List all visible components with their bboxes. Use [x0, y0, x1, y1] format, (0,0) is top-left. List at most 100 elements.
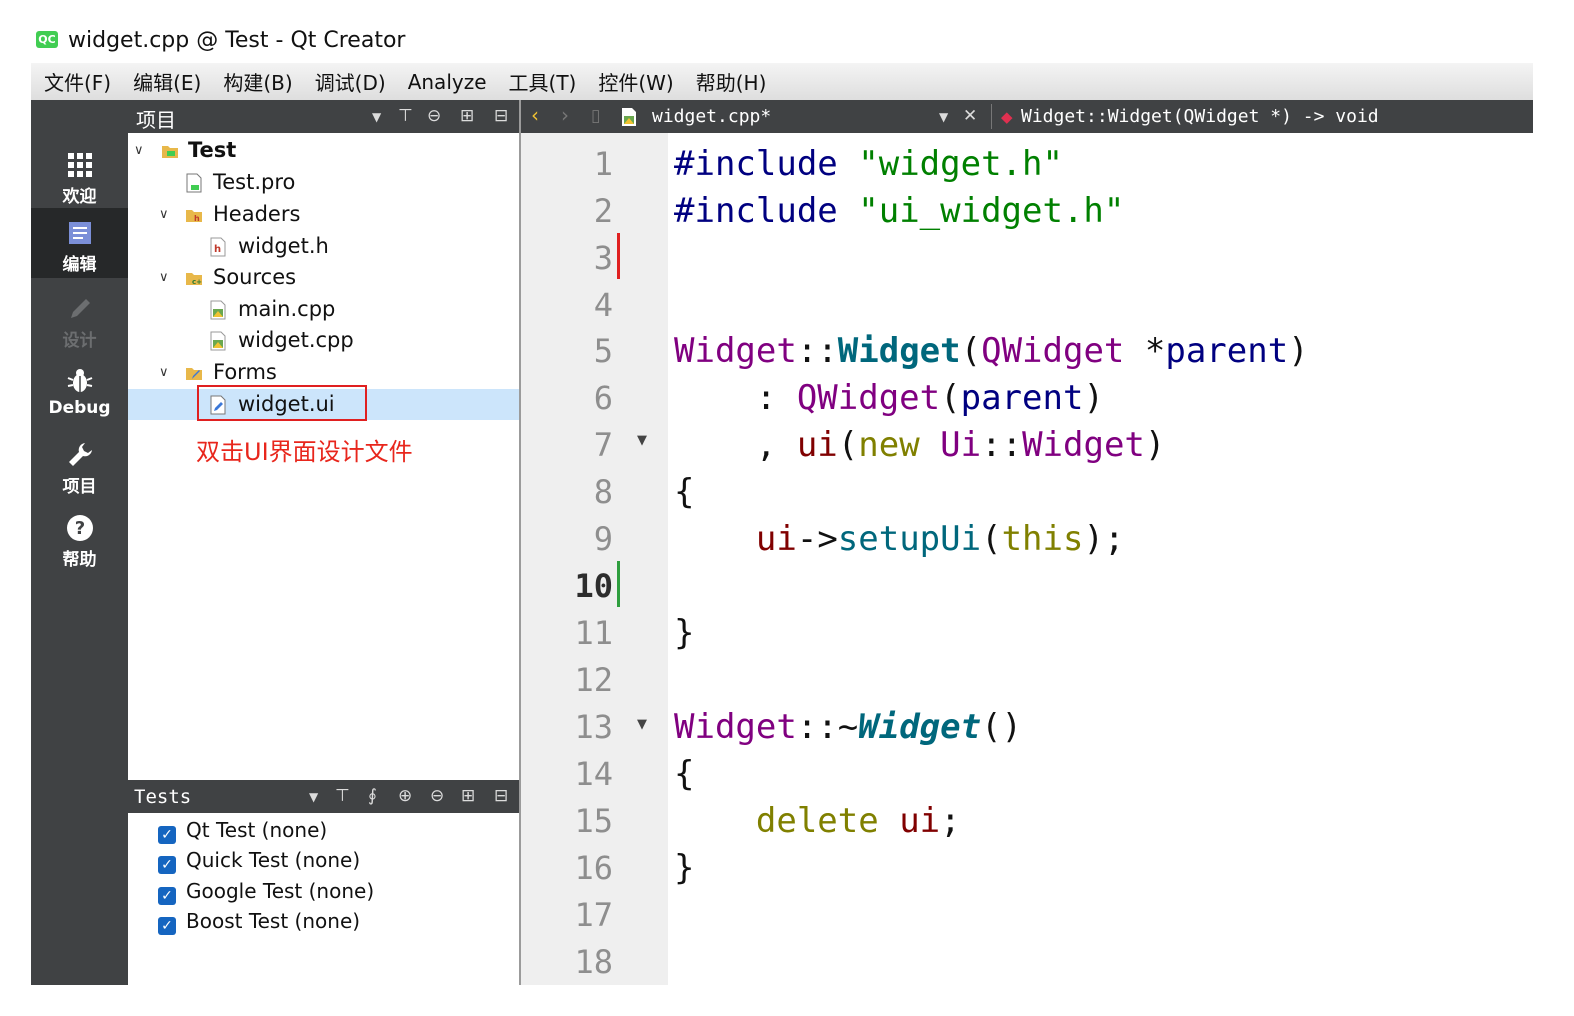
checkbox-checked-icon[interactable]: ✓ [158, 856, 176, 874]
menu-build[interactable]: 构建(B) [212, 67, 303, 96]
chevron-down-icon[interactable]: ∨ [159, 199, 169, 230]
menu-debug[interactable]: 调试(D) [304, 67, 397, 96]
tree-item-label: widget.cpp [238, 328, 354, 352]
checkbox-checked-icon[interactable]: ✓ [158, 887, 176, 905]
close-file-icon[interactable]: ✕ [963, 106, 977, 126]
tests-pane-title[interactable]: Tests [134, 786, 191, 808]
mode-welcome-label: 欢迎 [62, 187, 97, 207]
pro-file-icon [186, 173, 202, 193]
close-pane-icon[interactable]: ⊟ [494, 786, 508, 806]
view-dropdown-icon[interactable]: ▼ [372, 110, 381, 124]
tree-item-widget-cpp[interactable]: widget.cpp [128, 325, 519, 356]
saved-change-marker [617, 561, 620, 607]
checkbox-checked-icon[interactable]: ✓ [158, 826, 176, 844]
mode-debug[interactable]: Debug [31, 356, 128, 426]
menu-help[interactable]: 帮助(H) [685, 67, 778, 96]
function-symbol-icon: ◆ [1001, 108, 1013, 126]
svg-text:c+: c+ [192, 278, 202, 286]
code-line-6: : QWidget(parent) [674, 378, 1104, 418]
line-number-gutter: 1 2 3 4 5 6 7 8 9 10 11 12 13 14 15 16 1… [521, 133, 668, 985]
line-number: 16 [574, 849, 613, 887]
test-framework-quick[interactable]: ✓ Quick Test (none) [158, 845, 360, 875]
svg-text:?: ? [74, 518, 84, 539]
mode-help-label: 帮助 [62, 550, 97, 570]
view-dropdown-icon[interactable]: ▼ [309, 790, 318, 804]
cpp-file-icon [622, 108, 636, 126]
symbol-combo[interactable]: Widget::Widget(QWidget *) -> void [1021, 106, 1379, 127]
back-arrow-icon[interactable]: ‹ [531, 103, 539, 127]
line-number: 15 [574, 802, 613, 840]
annotation-text: 双击UI界面设计文件 [196, 438, 413, 466]
cpp-file-icon [210, 331, 226, 351]
tree-item-headers[interactable]: ∨ h Headers [128, 199, 519, 230]
tree-item-test-project[interactable]: ∨ Test [128, 135, 519, 166]
menu-edit[interactable]: 编辑(E) [122, 67, 212, 96]
run-tests-icon[interactable]: ∮ [368, 786, 377, 806]
test-framework-qt[interactable]: ✓ Qt Test (none) [158, 815, 327, 845]
line-number: 5 [593, 332, 613, 370]
mode-welcome[interactable]: 欢迎 [31, 140, 128, 210]
line-number: 2 [593, 192, 613, 230]
welcome-grid-icon [67, 153, 92, 177]
code-line-16: } [674, 848, 695, 888]
line-number: 18 [574, 943, 613, 981]
tree-item-forms[interactable]: ∨ Forms [128, 357, 519, 388]
line-number: 8 [593, 473, 613, 511]
mode-design[interactable]: 设计 [31, 284, 128, 354]
qt-project-folder-icon [162, 146, 178, 158]
window-title: widget.cpp @ Test - Qt Creator [68, 28, 406, 53]
link-icon[interactable]: ⊖ [427, 106, 441, 126]
cpp-file-icon [210, 300, 226, 320]
filter-icon[interactable]: ⊤ [335, 786, 350, 806]
design-pencil-icon [70, 299, 90, 318]
mode-edit[interactable]: 编辑 [31, 208, 128, 278]
tree-item-test-pro[interactable]: Test.pro [128, 167, 519, 198]
editor-toolbar: ‹ › ▯ widget.cpp* ▼ ✕ ◆ Widget::Widget(Q… [521, 100, 1533, 133]
menu-analyze[interactable]: Analyze [397, 70, 498, 94]
expand-all-icon[interactable]: ⊕ [398, 786, 412, 806]
debug-bug-icon [67, 369, 92, 392]
chevron-down-icon[interactable]: ∨ [159, 262, 169, 293]
filter-icon[interactable]: ⊤ [398, 106, 413, 126]
tree-item-widget-h[interactable]: h widget.h [128, 231, 519, 262]
tree-item-label: widget.h [238, 234, 329, 258]
tree-item-sources[interactable]: ∨ c+ Sources [128, 262, 519, 293]
lock-icon[interactable]: ▯ [591, 106, 600, 126]
collapse-all-icon[interactable]: ⊖ [430, 786, 444, 806]
tree-item-label: main.cpp [238, 297, 336, 321]
mode-sidebar: 欢迎 编辑 设计 Debug 项目 ? 帮助 [31, 100, 128, 985]
code-line-14: { [674, 754, 695, 794]
chevron-down-icon[interactable]: ∨ [159, 357, 169, 388]
close-pane-icon[interactable]: ⊟ [494, 106, 508, 126]
code-line-2: #include "ui_widget.h" [674, 191, 1125, 231]
code-line-13: Widget::~Widget() [674, 707, 1023, 747]
split-icon[interactable]: ⊞ [461, 786, 475, 806]
tree-item-main-cpp[interactable]: main.cpp [128, 294, 519, 325]
code-line-7: , ui(new Ui::Widget) [674, 425, 1166, 465]
edit-document-icon [68, 222, 91, 244]
file-dropdown-icon[interactable]: ▼ [939, 110, 948, 124]
project-pane-header: 项目 ▼ ⊤ ⊖ ⊞ ⊟ [128, 100, 519, 133]
open-file-combo[interactable]: widget.cpp* [652, 106, 771, 127]
mode-edit-label: 编辑 [62, 255, 97, 275]
mode-projects[interactable]: 项目 [31, 430, 128, 500]
mode-help[interactable]: ? 帮助 [31, 503, 128, 573]
help-question-icon: ? [66, 515, 93, 541]
menu-file[interactable]: 文件(F) [31, 67, 122, 96]
menu-tools[interactable]: 工具(T) [498, 67, 588, 96]
chevron-down-icon[interactable]: ∨ [134, 135, 144, 166]
test-framework-boost[interactable]: ✓ Boost Test (none) [158, 906, 360, 936]
test-framework-google[interactable]: ✓ Google Test (none) [158, 876, 374, 906]
fold-arrow-icon[interactable]: ▼ [637, 433, 647, 448]
svg-text:h: h [194, 214, 200, 223]
code-line-1: #include "widget.h" [674, 144, 1063, 184]
fold-arrow-icon[interactable]: ▼ [637, 717, 647, 732]
forward-arrow-icon[interactable]: › [561, 103, 569, 127]
checkbox-checked-icon[interactable]: ✓ [158, 917, 176, 935]
mode-design-label: 设计 [62, 331, 97, 351]
menu-widgets[interactable]: 控件(W) [587, 67, 684, 96]
qt-creator-logo-icon: QC [36, 31, 58, 48]
split-icon[interactable]: ⊞ [460, 106, 474, 126]
code-editor[interactable]: #include "widget.h" #include "ui_widget.… [668, 133, 1533, 985]
project-pane-title[interactable]: 项目 [136, 104, 176, 133]
